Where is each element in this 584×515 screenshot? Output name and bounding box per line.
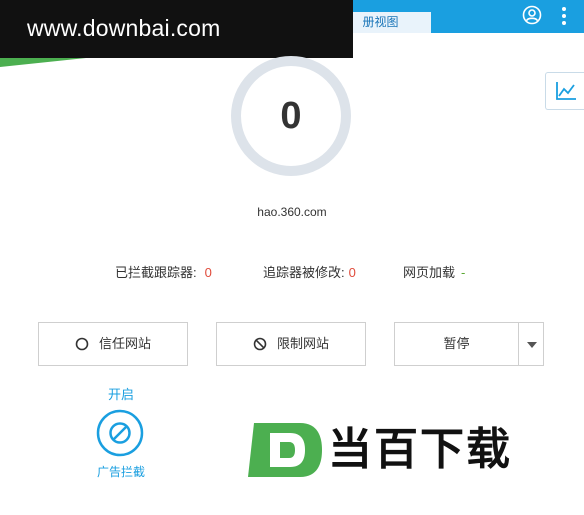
- line-chart-icon: [556, 82, 576, 100]
- stat-trackers-blocked: 已拦截跟踪器: 0: [115, 262, 212, 281]
- ad-block-toggle-icon[interactable]: [96, 409, 144, 457]
- block-icon: [253, 337, 267, 350]
- stat-trackers-blocked-value: 0: [204, 265, 212, 280]
- stat-page-load-label: 网页加载: [403, 265, 456, 280]
- stat-trackers-modified: 追踪器被修改: 0: [263, 262, 356, 281]
- trust-site-button[interactable]: 信任网站: [38, 322, 188, 366]
- downbai-logo-icon: [248, 423, 322, 477]
- user-account-icon[interactable]: [522, 5, 542, 25]
- ad-block-label: 广告拦截: [96, 465, 145, 479]
- pause-dropdown-button[interactable]: [518, 322, 544, 366]
- stat-trackers-modified-label: 追踪器被修改:: [263, 265, 345, 280]
- trust-site-label: 信任网站: [98, 336, 151, 351]
- restrict-site-button[interactable]: 限制网站: [216, 322, 366, 366]
- more-options-icon[interactable]: [558, 6, 570, 26]
- ad-block-status: 开启: [107, 387, 134, 402]
- restrict-site-label: 限制网站: [276, 336, 329, 351]
- watermark-banner: www.downbai.com: [0, 0, 353, 58]
- pause-button[interactable]: 暂停: [394, 322, 519, 366]
- tracker-gauge-value: 0: [280, 95, 302, 137]
- downbai-logo-text: 当百下载: [328, 425, 512, 474]
- current-site-url: hao.360.com: [257, 205, 327, 219]
- circle-icon: [75, 337, 89, 350]
- statistics-chart-button[interactable]: [545, 72, 584, 110]
- stat-page-load-value: -: [461, 265, 466, 280]
- stat-trackers-blocked-label: 已拦截跟踪器:: [115, 265, 197, 280]
- green-ribbon: [0, 58, 86, 67]
- pause-label: 暂停: [443, 336, 470, 351]
- stat-page-load: 网页加载 -: [403, 262, 465, 281]
- stat-trackers-modified-value: 0: [348, 265, 356, 280]
